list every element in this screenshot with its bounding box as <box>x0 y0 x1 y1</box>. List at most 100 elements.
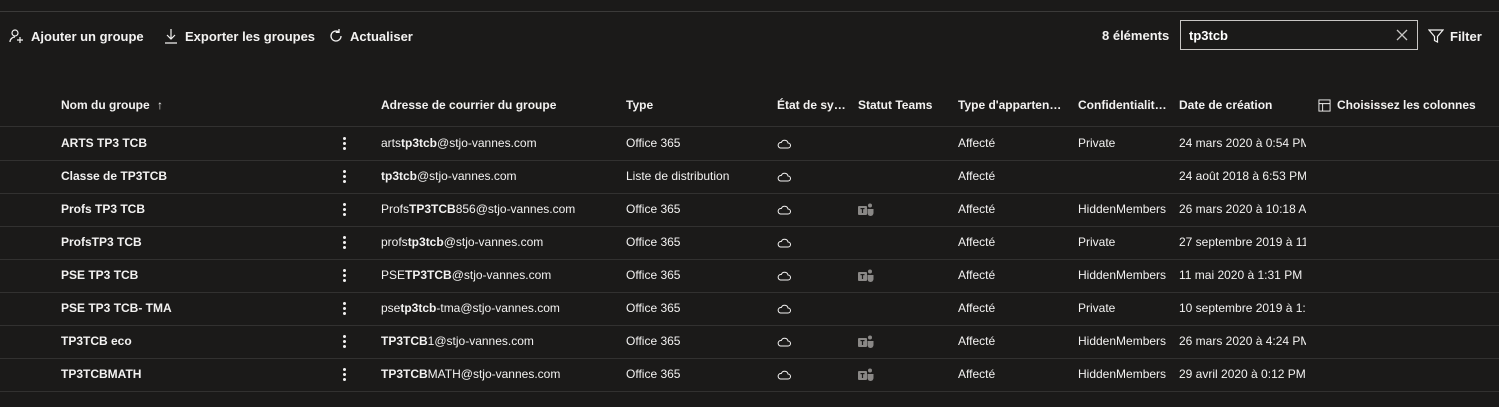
group-type: Office 365 <box>626 367 681 381</box>
created-date: 24 août 2018 à 6:53 PM <box>1179 169 1306 183</box>
group-email: profstp3tcb@stjo-vannes.com <box>381 226 616 259</box>
privacy: Private <box>1078 235 1116 249</box>
cloud-icon <box>777 270 791 281</box>
membership-type: Affecté <box>958 169 996 183</box>
email-suffix: @stjo-vannes.com <box>417 169 517 183</box>
group-name[interactable]: ARTS TP3 TCB <box>61 127 321 160</box>
teams-icon <box>857 202 875 218</box>
group-name[interactable]: TP3TCBMATH <box>61 358 321 391</box>
membership-type: Affecté <box>958 235 996 249</box>
email-prefix: pse <box>381 301 401 315</box>
more-vertical-icon[interactable] <box>337 168 351 186</box>
group-email: artstp3tcb@stjo-vannes.com <box>381 127 616 160</box>
search-input[interactable] <box>1189 27 1379 43</box>
table-row[interactable]: ProfsTP3 TCB profstp3tcb@stjo-vannes.com O… <box>0 226 1499 260</box>
column-header-teams-status[interactable]: Statut Teams <box>858 92 932 118</box>
table-row[interactable]: Profs TP3 TCB ProfsTP3TCB856@stjo-vannes.… <box>0 193 1499 227</box>
membership-type: Affecté <box>958 268 996 282</box>
group-email: psetp3tcb-tma@stjo-vannes.com <box>381 292 616 325</box>
teams-icon <box>857 334 875 350</box>
table-row[interactable]: PSE TP3 TCB- TMA psetp3tcb-tma@stjo-vanne… <box>0 292 1499 326</box>
table-row[interactable]: Classe de TP3TCB tp3tcb@stjo-vannes.com Li… <box>0 160 1499 194</box>
refresh-button[interactable]: Actualiser <box>328 22 413 50</box>
refresh-label: Actualiser <box>350 28 413 44</box>
group-type: Office 365 <box>626 235 681 249</box>
created-date: 26 mars 2020 à 4:24 PM <box>1179 334 1306 348</box>
membership-type: Affecté <box>958 202 996 216</box>
more-vertical-icon[interactable] <box>337 267 351 285</box>
email-suffix: 1@stjo-vannes.com <box>427 334 534 348</box>
group-type: Office 365 <box>626 334 681 348</box>
group-name[interactable]: PSE TP3 TCB <box>61 259 321 292</box>
table-row[interactable]: TP3TCBMATH TP3TCBMATH@stjo-vannes.com Offi… <box>0 358 1499 392</box>
group-type: Office 365 <box>626 202 681 216</box>
email-prefix: profs <box>381 235 408 249</box>
group-type: Office 365 <box>626 136 681 150</box>
email-match: TP3TCB <box>381 334 428 348</box>
email-suffix: @stjo-vannes.com <box>443 235 544 249</box>
email-suffix: @stjo-vannes.com <box>451 268 552 282</box>
cloud-icon <box>777 204 791 215</box>
close-icon[interactable] <box>1395 28 1409 42</box>
table-row[interactable]: ARTS TP3 TCB artstp3tcb@stjo-vannes.com Of… <box>0 127 1499 161</box>
group-name[interactable]: Classe de TP3TCB <box>61 160 321 193</box>
group-name[interactable]: TP3TCB eco <box>61 325 321 358</box>
group-email: TP3TCBMATH@stjo-vannes.com <box>381 358 616 391</box>
column-header-email[interactable]: Adresse de courrier du groupe <box>381 92 556 118</box>
add-user-icon <box>9 29 23 43</box>
more-vertical-icon[interactable] <box>337 135 351 153</box>
group-name[interactable]: Profs TP3 TCB <box>61 193 321 226</box>
download-icon <box>165 29 177 44</box>
filter-icon <box>1428 29 1444 43</box>
column-header-name[interactable]: Nom du groupe ↑ <box>61 92 163 118</box>
privacy: Private <box>1078 136 1116 150</box>
email-match: tp3tcb <box>400 301 437 315</box>
created-date: 27 septembre 2019 à 11 <box>1179 235 1306 249</box>
more-vertical-icon[interactable] <box>337 300 351 318</box>
email-suffix: @stjo-vannes.com <box>437 136 537 150</box>
column-header-membership-type[interactable]: Type d'apparten… <box>958 92 1062 118</box>
table-row[interactable]: TP3TCB eco TP3TCB1@stjo-vannes.com Office … <box>0 325 1499 359</box>
privacy: HiddenMembers <box>1078 367 1167 381</box>
table-row[interactable]: PSE TP3 TCB PSETP3TCB@stjo-vannes.com Offi… <box>0 259 1499 293</box>
cloud-icon <box>777 237 791 248</box>
email-match: TP3TCB <box>405 268 452 282</box>
table-header: Nom du groupe ↑ Adresse de courrier du g… <box>0 92 1499 127</box>
search-box[interactable] <box>1180 20 1418 50</box>
column-header-created[interactable]: Date de création <box>1179 92 1272 118</box>
email-suffix: -tma@stjo-vannes.com <box>436 301 560 315</box>
group-email: ProfsTP3TCB856@stjo-vannes.com <box>381 193 616 226</box>
privacy: Private <box>1078 301 1116 315</box>
choose-columns-button[interactable]: Choisissez les colonnes <box>1318 92 1476 118</box>
more-vertical-icon[interactable] <box>337 333 351 351</box>
membership-type: Affecté <box>958 301 996 315</box>
item-count: 8 éléments <box>1102 28 1170 43</box>
more-vertical-icon[interactable] <box>337 366 351 384</box>
created-date: 26 mars 2020 à 10:18 AM <box>1179 202 1306 216</box>
group-type: Liste de distribution <box>626 169 730 183</box>
column-options-icon <box>1318 98 1331 112</box>
column-header-sync-state[interactable]: État de sy… <box>777 92 845 118</box>
export-groups-button[interactable]: Exporter les groupes <box>163 22 315 50</box>
more-vertical-icon[interactable] <box>337 234 351 252</box>
group-type: Office 365 <box>626 268 681 282</box>
filter-button[interactable]: Filter <box>1428 22 1482 50</box>
teams-icon <box>857 268 875 284</box>
more-vertical-icon[interactable] <box>337 201 351 219</box>
created-date: 24 mars 2020 à 0:54 PM <box>1179 136 1306 150</box>
created-date: 10 septembre 2019 à 1:5 <box>1179 301 1306 315</box>
top-divider <box>0 11 1499 12</box>
add-group-button[interactable]: Ajouter un groupe <box>9 22 144 50</box>
cloud-icon <box>777 171 791 182</box>
group-name[interactable]: ProfsTP3 TCB <box>61 226 321 259</box>
column-header-name-label: Nom du groupe <box>61 98 150 112</box>
group-name[interactable]: PSE TP3 TCB- TMA <box>61 292 321 325</box>
privacy: HiddenMembers <box>1078 334 1167 348</box>
cloud-icon <box>777 303 791 314</box>
cloud-icon <box>777 369 791 380</box>
column-header-type[interactable]: Type <box>626 92 653 118</box>
group-email: TP3TCB1@stjo-vannes.com <box>381 325 616 358</box>
privacy: HiddenMembers <box>1078 268 1167 282</box>
column-header-privacy[interactable]: Confidentialit… <box>1078 92 1166 118</box>
export-groups-label: Exporter les groupes <box>185 28 316 44</box>
